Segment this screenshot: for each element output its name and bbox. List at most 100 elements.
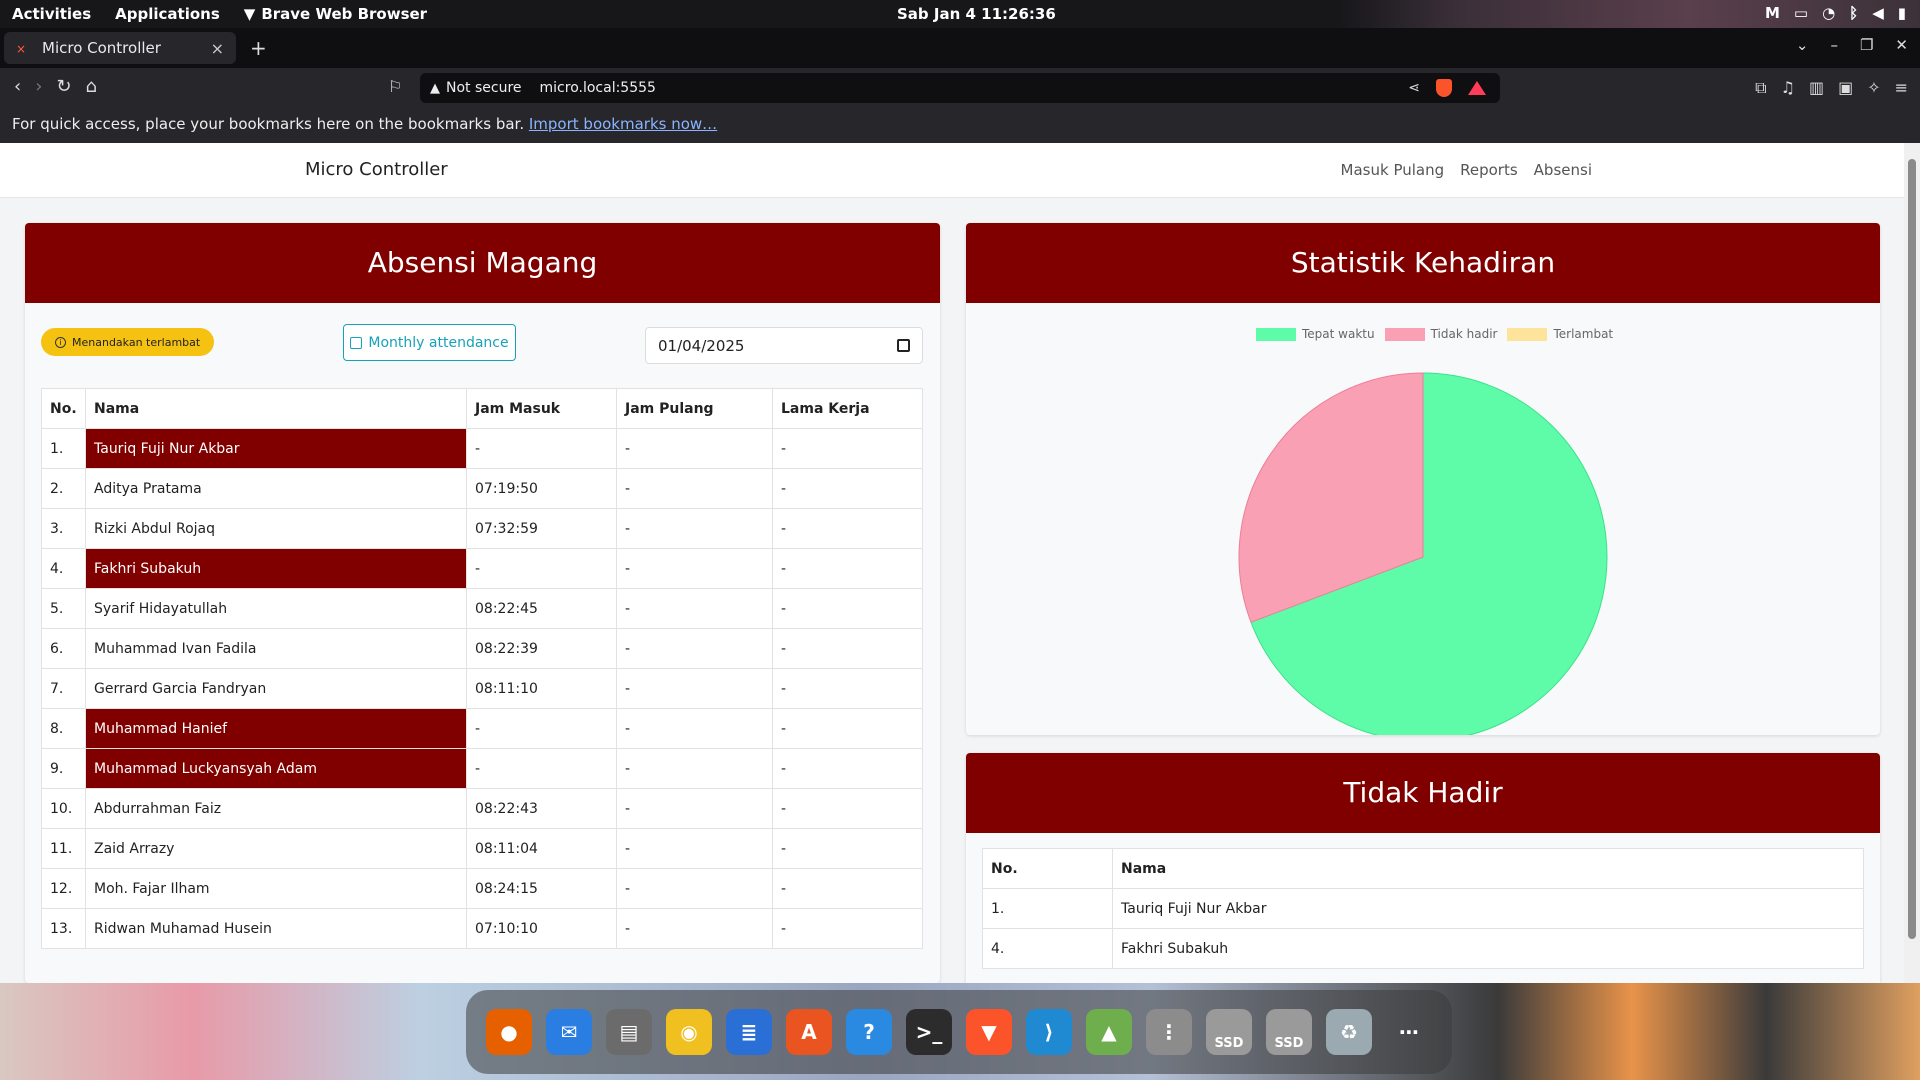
cell-no: 4.	[982, 928, 1113, 969]
cell-jam-pulang: -	[616, 748, 773, 789]
cell-lama-kerja: -	[772, 748, 923, 789]
bookmarks-bar: For quick access, place your bookmarks h…	[0, 108, 1920, 143]
cell-lama-kerja: -	[772, 508, 923, 549]
wifi-icon[interactable]: ◔	[1822, 4, 1835, 22]
leo-ai-icon[interactable]: ✧	[1867, 78, 1880, 98]
not-secure-label[interactable]: Not secure	[446, 80, 522, 96]
trash-icon[interactable]: ♻	[1326, 1009, 1372, 1055]
cell-nama: Rizki Abdul Rojaq	[85, 508, 467, 549]
cell-nama: Abdurrahman Faiz	[85, 788, 467, 829]
cell-nama: Fakhri Subakuh	[85, 548, 467, 589]
bluetooth-icon[interactable]: ᛒ	[1849, 4, 1858, 22]
scrollbar-thumb[interactable]	[1908, 159, 1916, 939]
cell-nama: Zaid Arrazy	[85, 828, 467, 869]
nav-link-absensi[interactable]: Absensi	[1534, 161, 1592, 179]
bookmark-icon[interactable]: ⚐	[388, 77, 402, 96]
site-favicon: ×	[16, 42, 27, 56]
ssd-icon[interactable]: SSD	[1206, 1009, 1252, 1055]
table-row: 10. Abdurrahman Faiz 08:22:43- -	[41, 788, 923, 829]
help-icon[interactable]: ?	[846, 1009, 892, 1055]
cell-jam-pulang: -	[616, 668, 773, 709]
cell-jam-pulang: -	[616, 628, 773, 669]
site-brand[interactable]: Micro Controller	[305, 159, 448, 180]
cell-nama: Gerrard Garcia Fandryan	[85, 668, 467, 709]
cell-lama-kerja: -	[772, 868, 923, 909]
attendance-card: Absensi Magang i Menandakan terlambat Mo…	[25, 223, 940, 983]
ssd-icon[interactable]: SSD	[1266, 1009, 1312, 1055]
address-bar[interactable]: ▲ Not secure micro.local:5555 ⋖	[420, 73, 1500, 103]
bookmarks-hint: For quick access, place your bookmarks h…	[12, 115, 525, 133]
table-row: 3. Rizki Abdul Rojaq 07:32:59- -	[41, 508, 923, 549]
cell-jam-pulang: -	[616, 828, 773, 869]
maximize-icon[interactable]: ❐	[1860, 36, 1873, 54]
clock[interactable]: Sab Jan 4 11:26:36	[897, 5, 1056, 23]
m-app-icon[interactable]: M	[1765, 4, 1780, 22]
share-icon[interactable]: ⋖	[1408, 80, 1420, 96]
forward-icon[interactable]: ›	[35, 76, 42, 97]
table-row: 4. Fakhri Subakuh - - -	[41, 548, 923, 589]
app-grid-icon[interactable]: ⋯	[1386, 1009, 1432, 1055]
extensions-icon[interactable]: ⧉	[1755, 78, 1766, 98]
cell-nama: Fakhri Subakuh	[1112, 928, 1864, 969]
col-no: No.	[41, 388, 86, 429]
brave-rewards-icon[interactable]	[1468, 81, 1486, 95]
cell-lama-kerja: -	[772, 668, 923, 709]
wallet-icon[interactable]: ▣	[1838, 78, 1853, 98]
absent-card: Tidak Hadir No. Nama 1. Tauriq Fuji Nur A…	[966, 753, 1880, 983]
disk-icon[interactable]: ⋮	[1146, 1009, 1192, 1055]
table-row: 13. Ridwan Muhamad Husein 07:10:10- -	[41, 908, 923, 949]
cell-jam-masuk: 07:19:50	[466, 468, 617, 509]
cell-no: 7.	[41, 668, 86, 709]
activities-button[interactable]: Activities	[12, 5, 91, 23]
table-header-row: No. Nama	[982, 848, 1864, 889]
cell-jam-masuk: -	[466, 548, 617, 589]
sidebar-icon[interactable]: ▥	[1809, 78, 1824, 98]
system-top-bar: Activities Applications ▼ Brave Web Brows…	[0, 0, 1920, 28]
applications-menu[interactable]: Applications	[115, 5, 220, 23]
calendar-picker-icon[interactable]	[897, 339, 910, 352]
col-lama-kerja: Lama Kerja	[772, 388, 923, 429]
media-icon[interactable]: ♫	[1781, 78, 1795, 98]
monthly-attendance-button[interactable]: Monthly attendance	[343, 324, 516, 361]
screen-cast-icon[interactable]: ▭	[1794, 4, 1808, 22]
url-text[interactable]: micro.local:5555	[540, 80, 656, 96]
image-viewer-icon[interactable]: ▲	[1086, 1009, 1132, 1055]
thunderbird-icon[interactable]: ✉	[546, 1009, 592, 1055]
site-navbar: Micro Controller Masuk Pulang Reports Ab…	[0, 143, 1904, 198]
app-center-icon[interactable]: A	[786, 1009, 832, 1055]
firefox-icon[interactable]: ●	[486, 1009, 532, 1055]
battery-icon[interactable]: ▮	[1898, 4, 1906, 22]
close-tab-icon[interactable]: ×	[211, 39, 224, 58]
import-bookmarks-link[interactable]: Import bookmarks now…	[529, 115, 717, 133]
terminal-icon[interactable]: >_	[906, 1009, 952, 1055]
volume-icon[interactable]: ◀	[1872, 4, 1884, 22]
vscode-icon[interactable]: ⟩	[1026, 1009, 1072, 1055]
active-app-indicator[interactable]: ▼ Brave Web Browser	[244, 5, 427, 23]
brave-icon[interactable]: ▼	[966, 1009, 1012, 1055]
home-icon[interactable]: ⌂	[86, 76, 97, 97]
nav-link-masuk-pulang[interactable]: Masuk Pulang	[1341, 161, 1445, 179]
nav-link-reports[interactable]: Reports	[1460, 161, 1518, 179]
cell-jam-masuk: 07:32:59	[466, 508, 617, 549]
new-tab-icon[interactable]: +	[250, 36, 267, 60]
close-window-icon[interactable]: ✕	[1895, 36, 1908, 54]
browser-toolbar: ‹ › ↻ ⌂ ⚐ ▲ Not secure micro.local:5555 …	[0, 68, 1920, 108]
cell-nama: Syarif Hidayatullah	[85, 588, 467, 629]
cell-jam-masuk: 08:22:43	[466, 788, 617, 829]
cell-lama-kerja: -	[772, 468, 923, 509]
minimize-icon[interactable]: –	[1830, 36, 1838, 54]
tab-micro-controller[interactable]: × Micro Controller ×	[4, 32, 236, 64]
cell-jam-pulang: -	[616, 708, 773, 749]
files-icon[interactable]: ▤	[606, 1009, 652, 1055]
reload-icon[interactable]: ↻	[56, 76, 71, 97]
tab-list-icon[interactable]: ⌄	[1796, 36, 1809, 54]
brave-shields-icon[interactable]	[1436, 79, 1452, 97]
cell-jam-pulang: -	[616, 428, 773, 469]
rhythmbox-icon[interactable]: ◉	[666, 1009, 712, 1055]
back-icon[interactable]: ‹	[14, 76, 21, 97]
page-scrollbar[interactable]	[1904, 143, 1920, 983]
menu-icon[interactable]: ≡	[1895, 78, 1908, 98]
writer-icon[interactable]: ≣	[726, 1009, 772, 1055]
date-picker[interactable]: 01/04/2025	[645, 327, 923, 364]
col-jam-pulang: Jam Pulang	[616, 388, 773, 429]
